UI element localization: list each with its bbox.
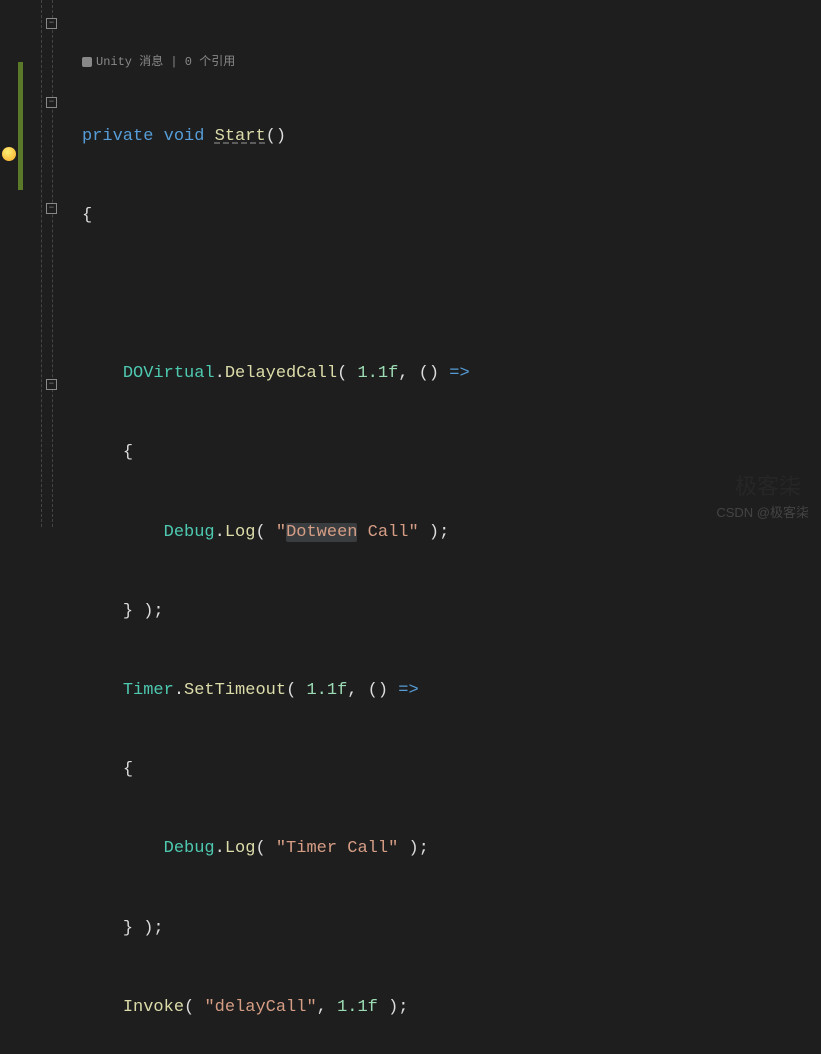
editor-gutter: [0, 0, 82, 527]
code-editor: Unity 消息 | 0 个引用 private void Start() { …: [0, 0, 821, 527]
change-indicator: [18, 62, 23, 190]
code-line[interactable]: Debug.Log( "Dotween Call" );: [82, 520, 470, 546]
code-line[interactable]: Timer.SetTimeout( 1.1f, () =>: [82, 678, 470, 704]
fold-toggle-icon[interactable]: [46, 203, 57, 214]
code-line[interactable]: } );: [82, 916, 470, 942]
code-line[interactable]: {: [82, 440, 470, 466]
fold-toggle-icon[interactable]: [46, 97, 57, 108]
code-line[interactable]: private void Start(): [82, 124, 470, 150]
watermark-text: CSDN @极客柒: [716, 502, 809, 521]
lightbulb-icon[interactable]: [2, 147, 16, 161]
watermark-background: 极客柒: [735, 469, 801, 501]
highlighted-text: Dotween: [286, 523, 357, 542]
code-line[interactable]: {: [82, 203, 470, 229]
code-line[interactable]: DOVirtual.DelayedCall( 1.1f, () =>: [82, 361, 470, 387]
code-line[interactable]: Debug.Log( "Timer Call" );: [82, 836, 470, 862]
fold-guide: [52, 0, 53, 527]
code-line[interactable]: [82, 282, 470, 308]
code-line[interactable]: Invoke( "delayCall", 1.1f );: [82, 995, 470, 1021]
fold-guide: [41, 0, 42, 527]
code-area[interactable]: Unity 消息 | 0 个引用 private void Start() { …: [82, 0, 470, 527]
code-line[interactable]: {: [82, 757, 470, 783]
fold-toggle-icon[interactable]: [46, 379, 57, 390]
code-line[interactable]: } );: [82, 599, 470, 625]
fold-toggle-icon[interactable]: [46, 18, 57, 29]
unity-icon: [82, 57, 92, 67]
codelens-annotation[interactable]: Unity 消息 | 0 个引用: [82, 53, 470, 71]
